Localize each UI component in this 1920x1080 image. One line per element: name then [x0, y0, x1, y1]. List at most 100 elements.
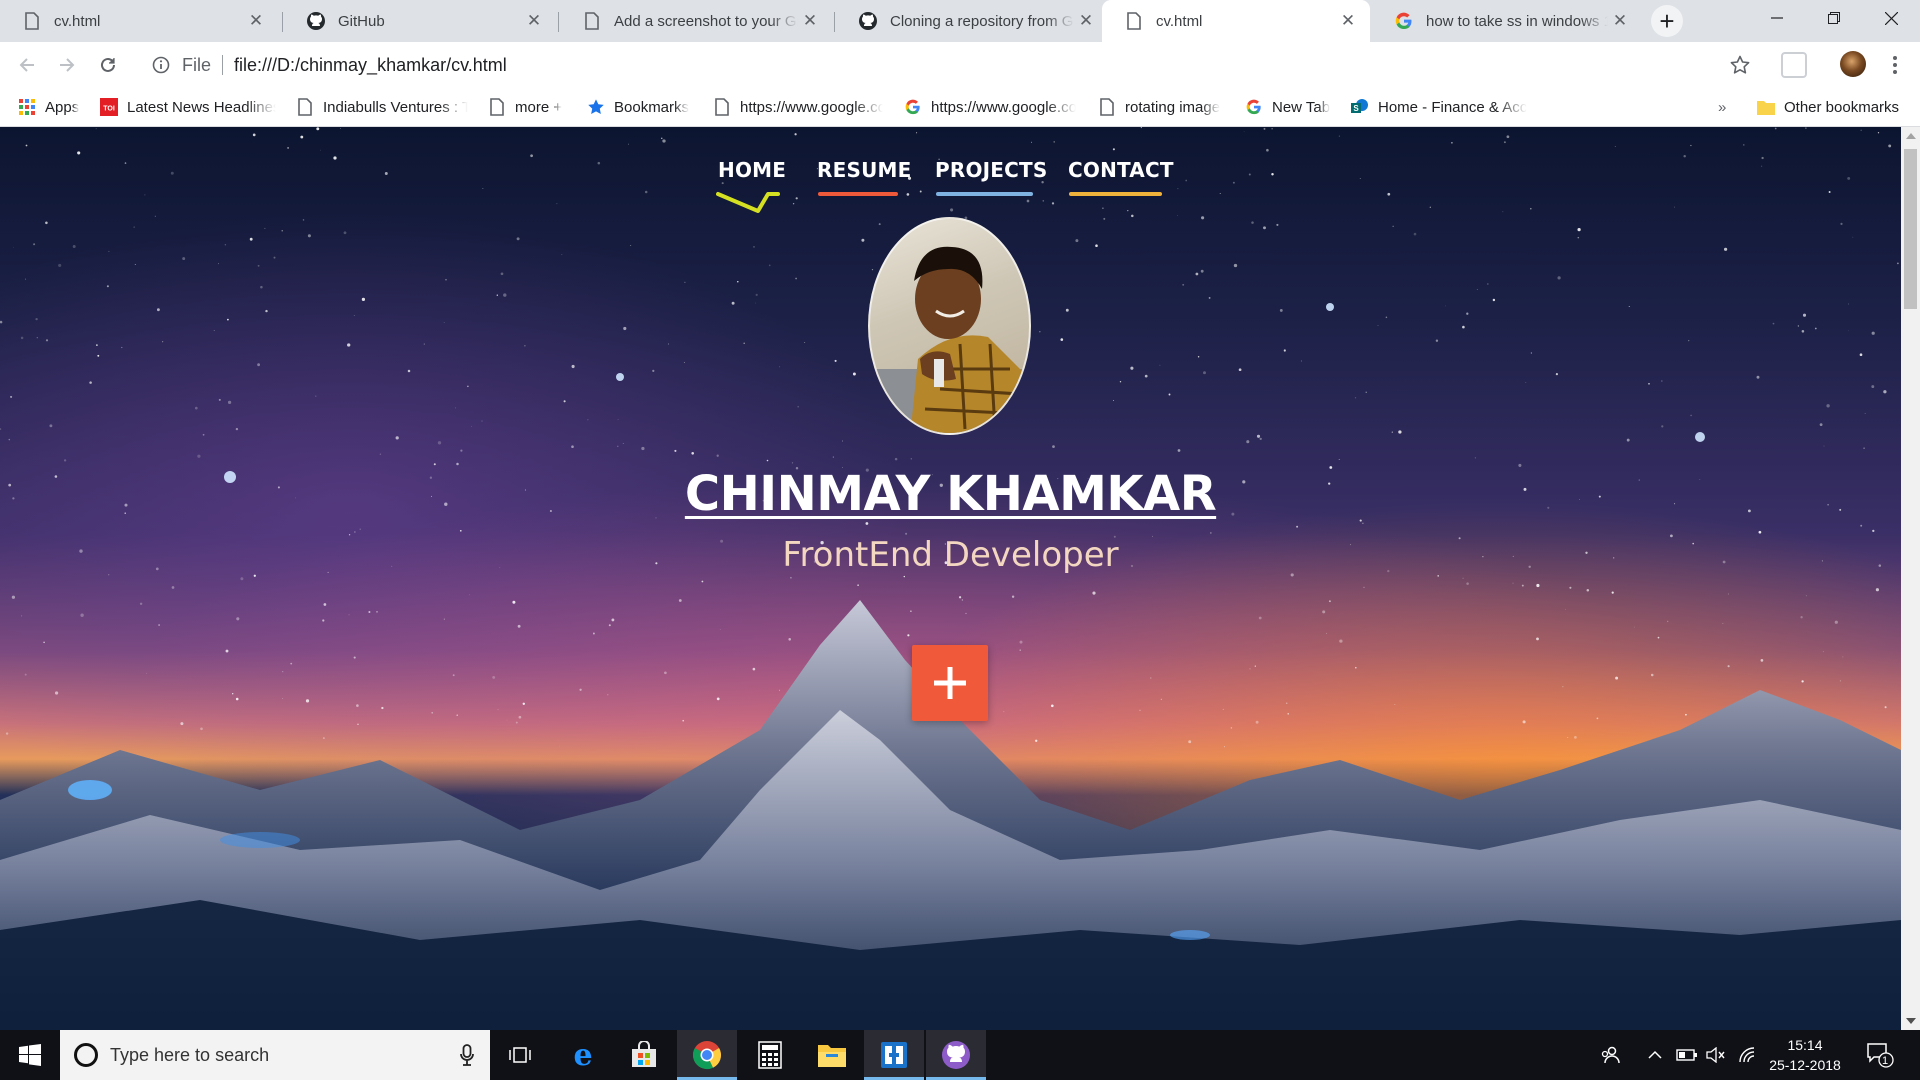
nav-home[interactable]: HOME — [718, 158, 786, 182]
taskbar-chrome[interactable] — [677, 1030, 737, 1080]
bookmark-new-tab[interactable]: New Tab — [1245, 96, 1330, 118]
nav-projects[interactable]: PROJECTS — [935, 158, 1048, 182]
taskbar-clock[interactable]: 15:14 25-12-2018 — [1765, 1035, 1845, 1075]
reload-button[interactable] — [93, 50, 123, 80]
star-dot — [77, 151, 81, 155]
star-dot — [1871, 331, 1875, 335]
battery-icon[interactable] — [1676, 1030, 1698, 1080]
star-dot — [1246, 440, 1250, 444]
star-dot — [227, 400, 232, 405]
other-bookmarks[interactable]: Other bookmarks — [1757, 96, 1899, 118]
nav-contact[interactable]: CONTACT — [1068, 158, 1174, 182]
star-dot — [361, 297, 366, 302]
microphone-icon[interactable] — [460, 1044, 474, 1071]
star-dot — [257, 264, 260, 267]
scroll-down-arrow-icon[interactable] — [1906, 1018, 1916, 1024]
star-dot — [1661, 425, 1664, 428]
start-button[interactable] — [0, 1030, 60, 1080]
close-icon[interactable]: ✕ — [1336, 9, 1360, 33]
star-dot — [1042, 200, 1044, 202]
tab-cv-html-1[interactable]: cv.html ✕ — [0, 0, 278, 42]
extension-icon[interactable] — [1781, 52, 1807, 78]
wifi-icon[interactable] — [1738, 1030, 1756, 1080]
bookmark-rotating-image[interactable]: rotating image — [1098, 96, 1220, 118]
tab-cv-html-active[interactable]: cv.html ✕ — [1102, 0, 1370, 42]
star-dot — [347, 343, 351, 347]
bookmark-star-icon[interactable] — [1727, 52, 1753, 78]
address-divider — [222, 55, 224, 75]
star-dot — [1365, 391, 1367, 393]
tab-cloning-repository[interactable]: Cloning a repository from GitHub ✕ — [836, 0, 1108, 42]
star-dot — [861, 238, 865, 242]
star-dot — [1210, 532, 1212, 534]
clock-time: 15:14 — [1787, 1037, 1823, 1053]
star-dot — [1577, 227, 1581, 232]
back-button[interactable] — [12, 50, 42, 80]
scroll-up-arrow-icon[interactable] — [1906, 133, 1916, 139]
bookmark-more[interactable]: more + — [488, 96, 562, 118]
nav-resume[interactable]: RESUME — [817, 158, 911, 182]
star-dot — [1628, 306, 1630, 307]
star-dot — [716, 454, 719, 457]
tab-add-screenshot[interactable]: Add a screenshot to your GitHub ✕ — [560, 0, 832, 42]
profile-avatar[interactable] — [1840, 51, 1866, 77]
star-dot — [316, 127, 320, 131]
expand-plus-button[interactable] — [912, 645, 988, 721]
close-window-button[interactable] — [1863, 0, 1919, 36]
star-dot — [1723, 247, 1728, 251]
forward-button[interactable] — [52, 50, 82, 80]
windows-logo-icon — [19, 1044, 41, 1066]
star-dot — [1474, 457, 1476, 459]
close-icon[interactable]: ✕ — [798, 9, 822, 33]
star-dot — [1462, 577, 1464, 579]
close-icon[interactable]: ✕ — [1608, 9, 1632, 33]
taskbar-github-desktop[interactable] — [926, 1030, 986, 1080]
close-icon[interactable]: ✕ — [244, 9, 268, 33]
bookmark-google-1[interactable]: https://www.google.co — [713, 96, 883, 118]
edge-icon: e — [573, 1040, 592, 1070]
star-dot — [1413, 232, 1417, 236]
star-dot — [701, 580, 704, 583]
taskbar-calculator[interactable] — [740, 1030, 800, 1080]
info-icon[interactable] — [150, 54, 172, 76]
new-tab-button[interactable]: + — [1651, 5, 1683, 37]
star-dot — [45, 339, 49, 342]
close-icon[interactable]: ✕ — [522, 9, 546, 33]
star-dot — [1131, 214, 1134, 218]
bookmark-google-2[interactable]: https://www.google.co — [904, 96, 1076, 118]
star-dot — [516, 237, 520, 241]
people-icon[interactable] — [1600, 1030, 1620, 1080]
scrollbar-thumb[interactable] — [1904, 149, 1917, 309]
bookmarks-overflow-button[interactable]: » — [1718, 96, 1726, 118]
bookmark-indiabulls[interactable]: Indiabulls Ventures : Tr — [296, 96, 468, 118]
tab-title: cv.html — [54, 12, 101, 30]
taskbar-virtualbox[interactable] — [864, 1030, 924, 1080]
github-desktop-icon — [942, 1041, 970, 1069]
action-center-button[interactable]: 1 — [1866, 1030, 1894, 1080]
page-scrollbar[interactable] — [1901, 127, 1920, 1030]
taskbar-file-explorer[interactable] — [802, 1030, 862, 1080]
volume-muted-icon[interactable] — [1706, 1030, 1726, 1080]
show-hidden-icons-chevron-icon[interactable] — [1648, 1030, 1662, 1080]
star-dot — [1263, 127, 1266, 130]
close-icon[interactable]: ✕ — [1074, 9, 1098, 33]
task-view-button[interactable] — [490, 1030, 550, 1080]
bookmark-bookmarks[interactable]: Bookmarks — [587, 96, 689, 118]
address-bar[interactable]: File file:///D:/chinmay_khamkar/cv.html — [138, 48, 1762, 82]
bookmark-label: New Tab — [1272, 98, 1331, 116]
star-dot — [1119, 381, 1122, 383]
tab-github[interactable]: GitHub ✕ — [284, 0, 556, 42]
tab-google-search[interactable]: how to take ss in windows 10 ✕ — [1372, 0, 1642, 42]
toi-icon: TOI — [100, 98, 118, 116]
minimize-button[interactable] — [1749, 0, 1805, 36]
browser-toolbar: File file:///D:/chinmay_khamkar/cv.html — [0, 42, 1920, 88]
restore-button[interactable] — [1806, 0, 1862, 36]
chrome-menu-button[interactable] — [1886, 51, 1904, 79]
taskbar-search-box[interactable]: Type here to search — [60, 1030, 490, 1080]
bookmark-apps[interactable]: Apps — [18, 96, 79, 118]
taskbar-store[interactable] — [614, 1030, 674, 1080]
bookmark-home-finance[interactable]: S Home - Finance & Acc — [1351, 96, 1531, 118]
bookmark-latest-news[interactable]: TOI Latest News Headlines — [100, 96, 276, 118]
taskbar-edge[interactable]: e — [553, 1030, 613, 1080]
star-dot — [790, 576, 792, 579]
